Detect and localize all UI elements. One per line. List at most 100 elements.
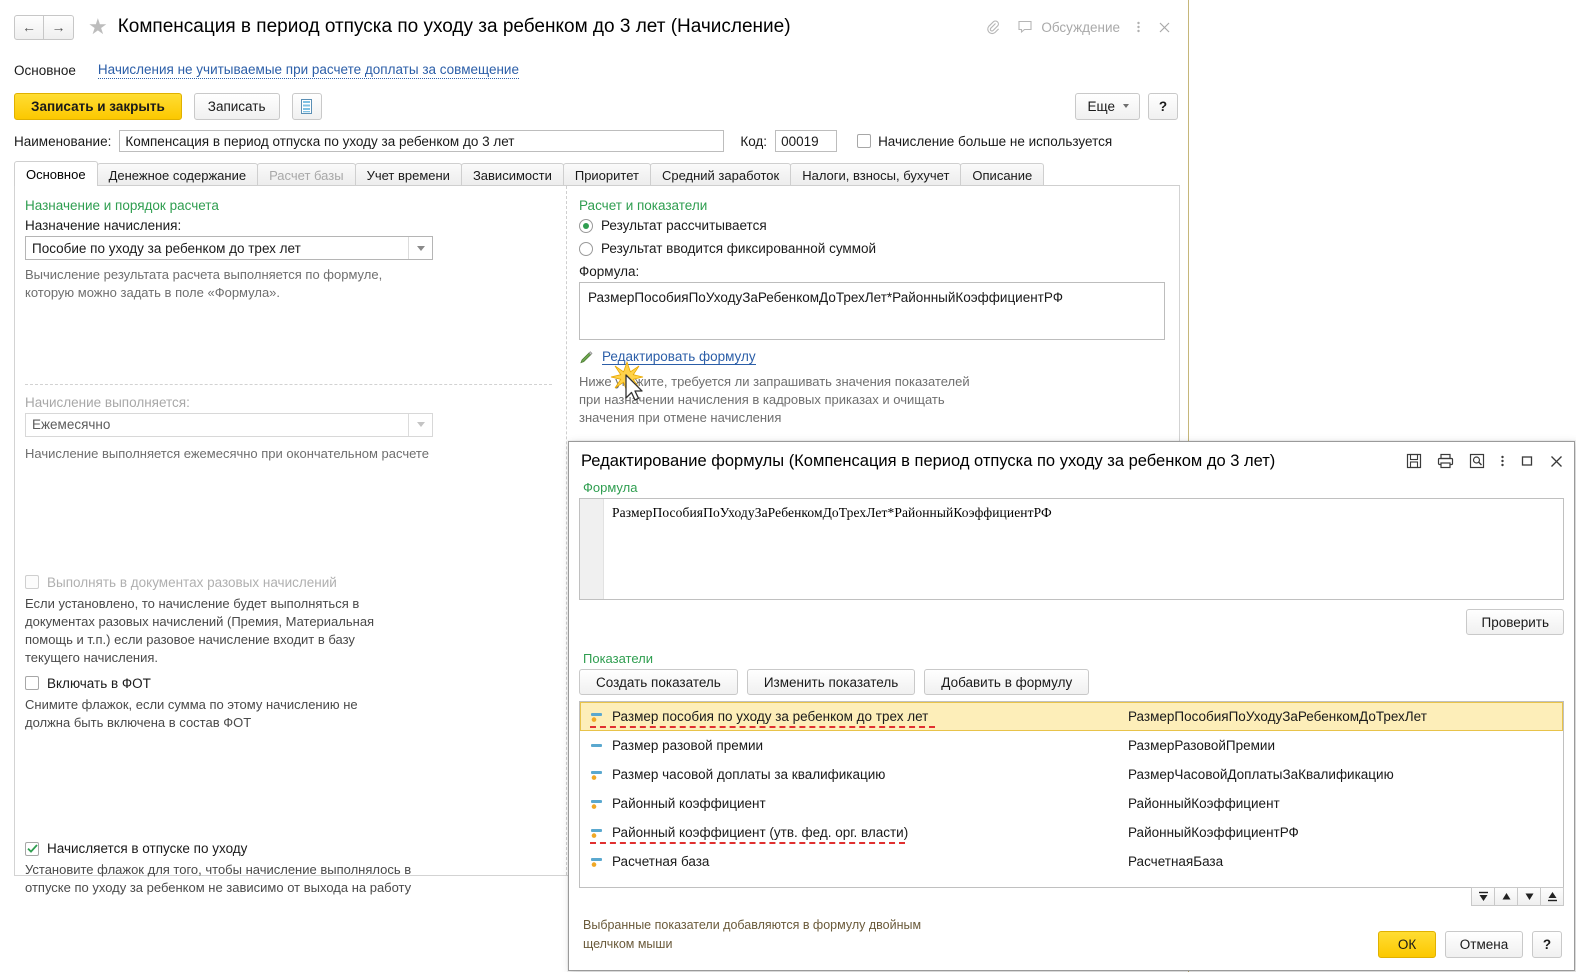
- nav-current-label: Основное: [14, 62, 76, 78]
- indicator-name: Размер часовой доплаты за квалификацию: [612, 767, 886, 782]
- radio-button: [579, 241, 593, 256]
- discussion-button[interactable]: Обсуждение: [1017, 19, 1120, 35]
- edit-formula-link[interactable]: Редактировать формулу: [602, 349, 756, 365]
- onetime-checkbox-label: Выполнять в документах разовых начислени…: [47, 574, 337, 590]
- arrow-left-icon[interactable]: ←: [14, 14, 44, 40]
- radio-calculated-label: Результат рассчитывается: [601, 218, 767, 233]
- performed-hint: Начисление выполняется ежемесячно при ок…: [25, 445, 429, 461]
- table-row[interactable]: Расчетная база РасчетнаяБаза: [580, 847, 1563, 876]
- table-row[interactable]: Размер часовой доплаты за квалификацию Р…: [580, 760, 1563, 789]
- checkbox-box: [25, 575, 39, 590]
- indicator-value-icon: [590, 768, 604, 782]
- tab-osnovnoe[interactable]: Основное: [14, 161, 98, 186]
- table-row[interactable]: Районный коэффициент (утв. фед. орг. вла…: [580, 818, 1563, 847]
- tab-nalogi-vznosy-buhuchet[interactable]: Налоги, взносы, бухучет: [790, 163, 962, 186]
- add-to-formula-button[interactable]: Добавить в формулу: [924, 669, 1090, 695]
- create-indicator-button[interactable]: Создать показатель: [579, 669, 738, 695]
- fot-checkbox-label: Включать в ФОТ: [47, 675, 151, 691]
- close-icon[interactable]: [1549, 454, 1564, 469]
- arrow-right-icon[interactable]: →: [44, 14, 74, 40]
- kebab-menu-icon[interactable]: [1136, 19, 1141, 35]
- indicators-hint: Ниже укажите, требуется ли запрашивать з…: [579, 373, 1165, 427]
- tab-sredniy-zarabotok[interactable]: Средний заработок: [649, 163, 792, 186]
- edit-formula-row[interactable]: Редактировать формулу: [579, 349, 1165, 365]
- radio-button: [579, 218, 593, 233]
- checkbox-box: [25, 676, 39, 691]
- indicator-code: РазмерЧасовойДоплатыЗаКвалификацию: [1128, 767, 1394, 782]
- indicators-list[interactable]: Размер пособия по уходу за ребенком до т…: [579, 701, 1564, 888]
- indicator-value-icon: [590, 710, 604, 724]
- tab-underline: [14, 185, 1180, 186]
- indicator-code: РайонныйКоэффициентРФ: [1128, 825, 1299, 840]
- command-bar: Записать и закрыть Записать Еще ?: [0, 86, 1188, 126]
- move-up-icon[interactable]: [1494, 887, 1518, 906]
- tab-uchet-vremeni[interactable]: Учет времени: [354, 163, 462, 186]
- edit-indicator-button[interactable]: Изменить показатель: [746, 669, 916, 695]
- ok-button[interactable]: ОК: [1378, 931, 1436, 958]
- checkbox-box: [857, 134, 872, 148]
- table-row[interactable]: Размер пособия по уходу за ребенком до т…: [580, 702, 1563, 731]
- dialog-formula-editor[interactable]: РазмерПособияПоУходуЗаРебенкомДоТрехЛет*…: [579, 498, 1564, 600]
- tab-zavisimosti[interactable]: Зависимости: [460, 163, 564, 186]
- page-title: Компенсация в период отпуска по уходу за…: [117, 16, 791, 37]
- onetime-checkbox[interactable]: Выполнять в документах разовых начислени…: [25, 575, 552, 590]
- maximize-icon[interactable]: [1520, 454, 1534, 468]
- tab-prioritet[interactable]: Приоритет: [562, 163, 651, 186]
- table-row[interactable]: Размер разовой премии РазмерРазовойПреми…: [580, 731, 1563, 760]
- dialog-indicators-group-label: Показатели: [583, 651, 653, 666]
- indicator-value-icon: [590, 826, 604, 840]
- table-row[interactable]: Районный коэффициент РайонныйКоэффициент: [580, 789, 1563, 818]
- print-icon[interactable]: [1437, 453, 1454, 469]
- formula-editor-dialog: Редактирование формулы (Компенсация в пе…: [568, 441, 1575, 971]
- fot-checkbox[interactable]: Включать в ФОТ: [25, 676, 552, 691]
- careleave-checkbox-label: Начисляется в отпуске по уходу: [47, 841, 248, 857]
- print-preview-icon[interactable]: [1469, 453, 1485, 469]
- indicator-code: РазмерРазовойПремии: [1128, 738, 1276, 753]
- radio-fixed[interactable]: Результат вводится фиксированной суммой: [579, 241, 1165, 256]
- dialog-title: Редактирование формулы (Компенсация в пе…: [581, 451, 1276, 470]
- move-to-top-icon[interactable]: [1471, 887, 1495, 906]
- move-to-bottom-icon[interactable]: [1540, 887, 1564, 906]
- save-icon[interactable]: [1406, 453, 1422, 469]
- paperclip-icon[interactable]: [985, 19, 1001, 35]
- cancel-button[interactable]: Отмена: [1445, 931, 1523, 958]
- purpose-select[interactable]: Пособие по уходу за ребенком до трех лет: [25, 236, 433, 260]
- careleave-checkbox[interactable]: Начисляется в отпуске по уходу: [25, 841, 552, 856]
- name-row: Наименование: Компенсация в период отпус…: [0, 126, 1188, 156]
- red-underline-annotation: [590, 726, 935, 728]
- name-input[interactable]: Компенсация в период отпуска по уходу за…: [119, 130, 725, 152]
- save-button[interactable]: Записать: [193, 92, 280, 120]
- code-input[interactable]: 00019: [775, 130, 838, 152]
- more-menu-button[interactable]: Еще: [1074, 92, 1140, 120]
- radio-calculated[interactable]: Результат рассчитывается: [579, 218, 1165, 233]
- dialog-action-buttons: ОК Отмена ?: [1378, 931, 1562, 958]
- tab-raschet-bazy[interactable]: Расчет базы: [257, 163, 356, 186]
- report-icon[interactable]: [291, 92, 322, 120]
- move-down-icon[interactable]: [1517, 887, 1541, 906]
- close-icon[interactable]: [1157, 20, 1172, 35]
- dialog-formula-text: РазмерПособияПоУходуЗаРебенкомДоТрехЛет*…: [612, 505, 1052, 520]
- dialog-formula-group-label: Формула: [583, 480, 638, 495]
- star-icon[interactable]: ★: [88, 16, 108, 38]
- fot-hint: Снимите флажок, если сумма по этому начи…: [25, 696, 552, 732]
- editor-gutter: [580, 499, 604, 599]
- save-and-close-button[interactable]: Записать и закрыть: [14, 92, 182, 120]
- performed-value: Ежемесячно: [32, 417, 111, 433]
- dialog-help-button[interactable]: ?: [1532, 931, 1562, 958]
- formula-textarea[interactable]: РазмерПособияПоУходуЗаРебенкомДоТрехЛет*…: [579, 282, 1165, 340]
- chevron-down-icon[interactable]: [408, 237, 432, 259]
- indicators-toolbar: Создать показатель Изменить показатель Д…: [579, 669, 1564, 695]
- indicator-name: Расчетная база: [612, 854, 710, 869]
- purpose-hint-line1: Вычисление результата расчета выполняетс…: [25, 267, 383, 282]
- performed-select[interactable]: Ежемесячно: [25, 412, 433, 437]
- help-button[interactable]: ?: [1148, 92, 1178, 120]
- tab-denezhnoe-soderzhanie[interactable]: Денежное содержание: [96, 163, 259, 186]
- tab-opisanie[interactable]: Описание: [960, 163, 1045, 186]
- careleave-hint-line1: Установите флажок для того, чтобы начисл…: [25, 862, 412, 878]
- kebab-menu-icon[interactable]: [1500, 453, 1505, 469]
- unused-checkbox[interactable]: Начисление больше не используется: [857, 134, 1112, 149]
- chevron-down-icon[interactable]: [408, 413, 432, 436]
- nav-link-accruals[interactable]: Начисления не учитываемые при расчете до…: [97, 62, 519, 79]
- indicators-hint-line1: Ниже укажите, требуется ли запрашивать з…: [579, 374, 970, 389]
- check-formula-button[interactable]: Проверить: [1466, 609, 1564, 635]
